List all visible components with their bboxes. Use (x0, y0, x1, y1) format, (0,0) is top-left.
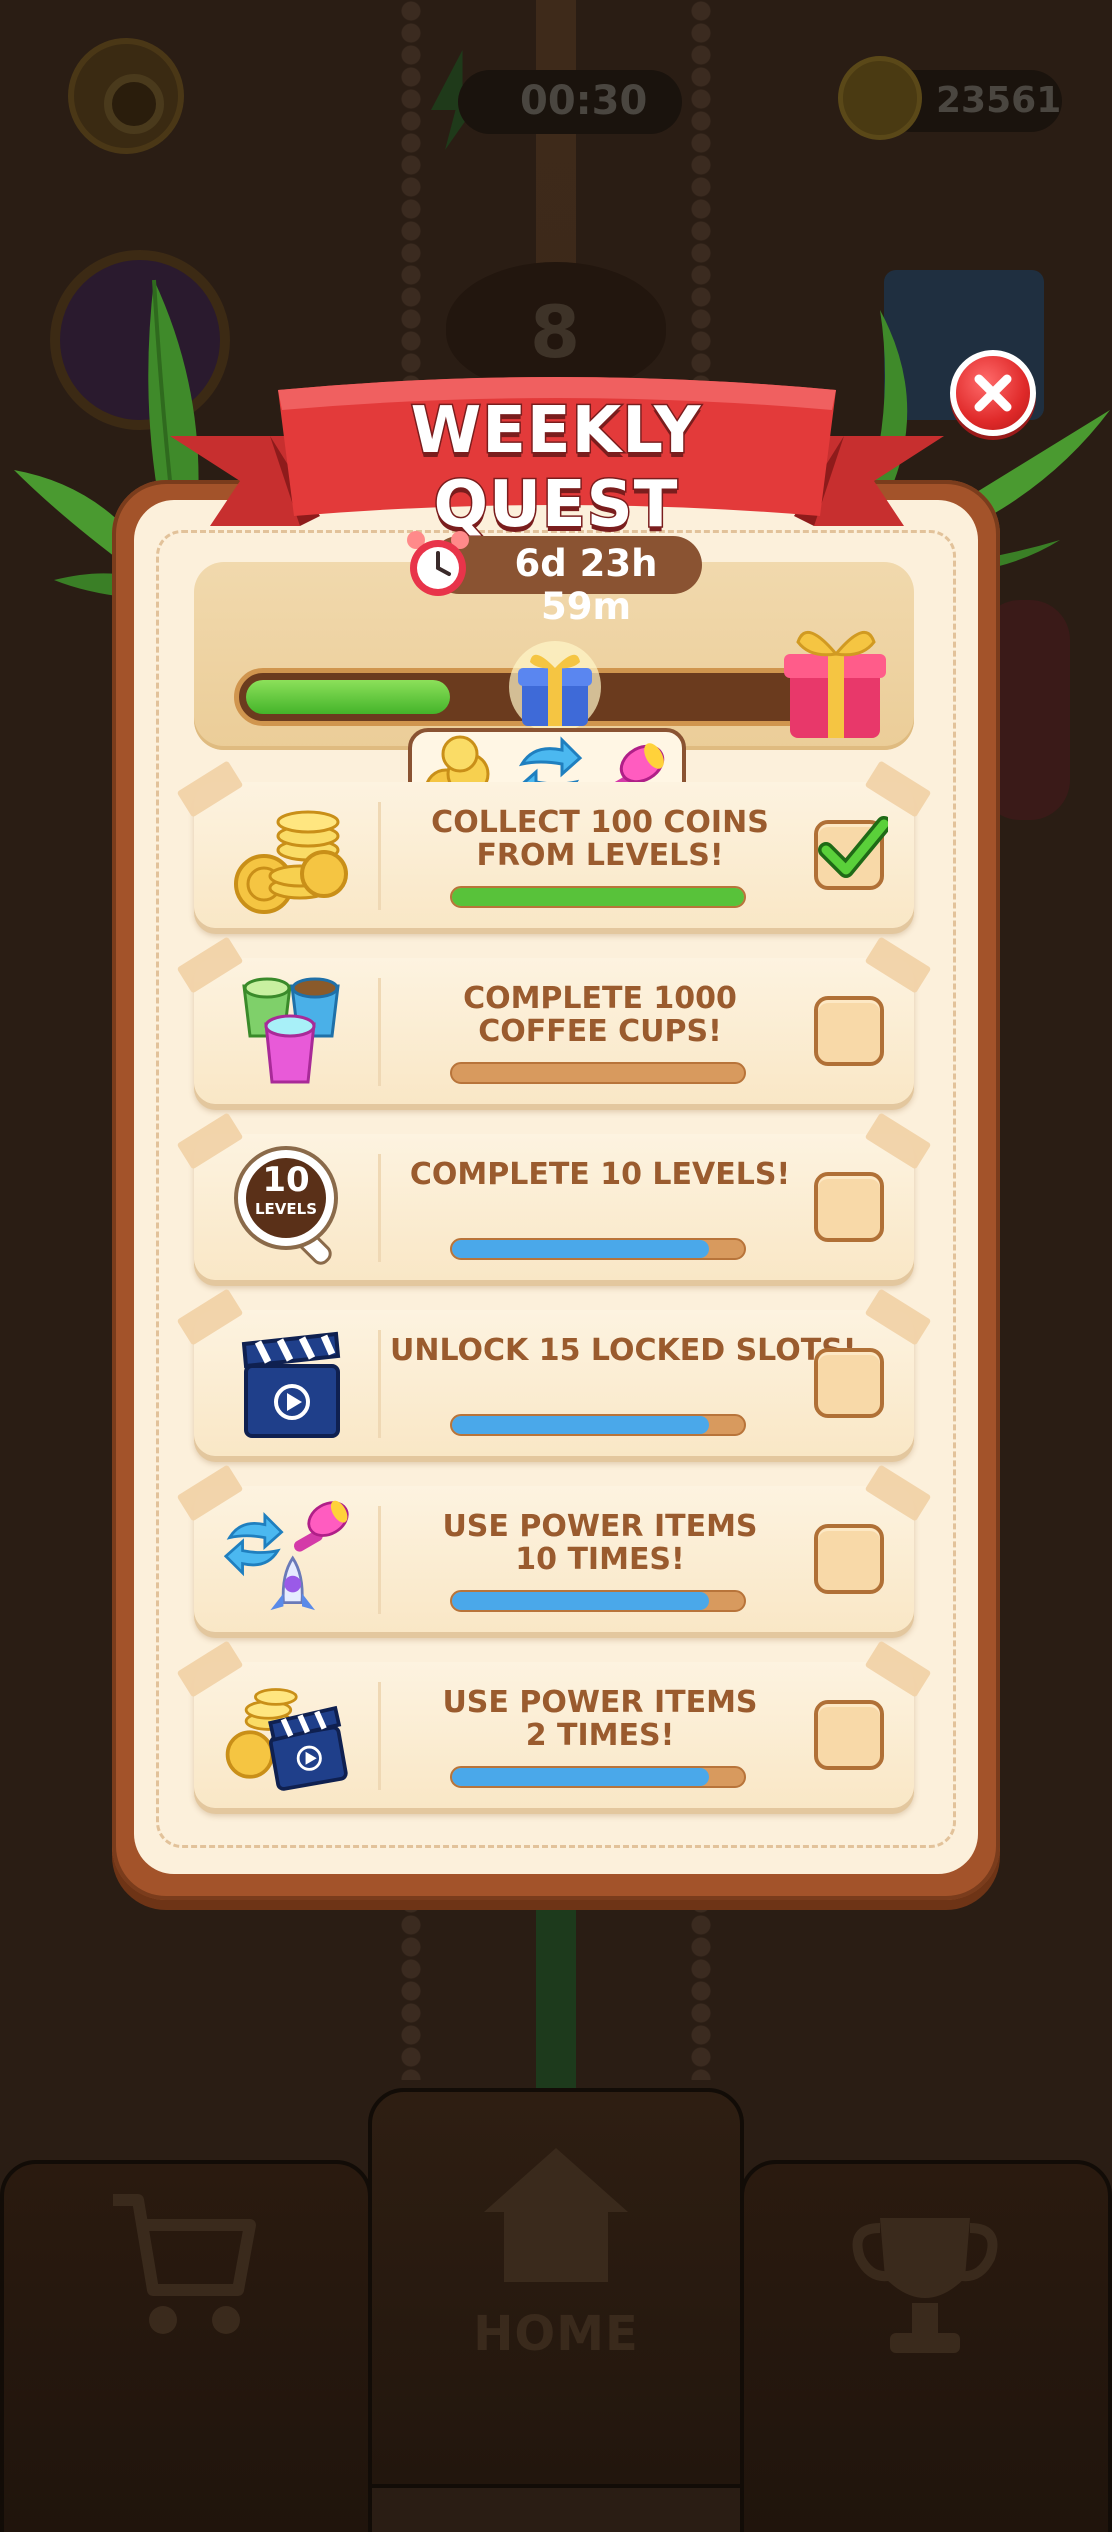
weekly-progress-fill (246, 680, 450, 714)
quest-checkbox[interactable] (814, 996, 884, 1066)
quest-progress-bar (450, 1766, 746, 1788)
quest-progress-bar (450, 1590, 746, 1612)
quest-card: COMPLETE 1000 COFFEE CUPS! (176, 936, 932, 1104)
checkmark-icon (818, 816, 888, 878)
quest-checkbox[interactable] (814, 1700, 884, 1770)
quest-progress-fill (452, 1240, 709, 1258)
trophy-icon (852, 2218, 998, 2353)
quest-title: UNLOCK 15 LOCKED SLOTS! (390, 1333, 857, 1368)
close-button[interactable] (950, 350, 1036, 436)
quest-progress-bar (450, 1062, 746, 1084)
energy-timer-text: 00:30 (520, 78, 648, 124)
modal-title: WEEKLY QUEST (409, 393, 702, 544)
power-items-icon (224, 1500, 349, 1611)
quest-title: COMPLETE 10 LEVELS! (409, 1157, 791, 1192)
final-reward-gift-icon[interactable] (776, 618, 894, 742)
quest-title: USE POWER ITEMS 2 TIMES! (442, 1685, 758, 1753)
quest-progress-bar (450, 1414, 746, 1436)
coin-count: 23561 (936, 80, 1062, 121)
nav-home-label: HOME (473, 2306, 639, 2362)
coffee-cups-icon (242, 977, 340, 1084)
quest-card: 10 LEVELS COMPLETE 10 LEVELS! (176, 1112, 932, 1280)
quest-title: USE POWER ITEMS 10 TIMES! (442, 1509, 758, 1577)
quest-progress-bar (450, 886, 746, 908)
milestone-gift-icon[interactable] (508, 640, 602, 734)
quest-title: COMPLETE 1000 COFFEE CUPS! (463, 981, 737, 1049)
shopping-cart-icon (113, 2194, 256, 2334)
quest-progress-fill (452, 1416, 709, 1434)
quest-card: USE POWER ITEMS 2 TIMES! (176, 1640, 932, 1808)
quest-card: UNLOCK 15 LOCKED SLOTS! (176, 1288, 932, 1456)
card-divider (378, 1330, 381, 1438)
quest-title: COLLECT 100 COINS FROM LEVELS! (431, 805, 769, 873)
coin-icon (838, 56, 922, 140)
card-divider (378, 1506, 381, 1614)
home-icon (484, 2148, 628, 2282)
card-divider (378, 802, 381, 910)
quest-checkbox[interactable] (814, 1524, 884, 1594)
level-number: 8 (530, 290, 581, 374)
quest-checkbox[interactable] (814, 816, 888, 890)
card-divider (378, 1682, 381, 1790)
quest-progress-fill (452, 1592, 709, 1610)
quest-checkbox[interactable] (814, 1172, 884, 1242)
quest-checkbox[interactable] (814, 1348, 884, 1418)
alarm-clock-icon (407, 531, 469, 596)
card-divider (378, 1154, 381, 1262)
quest-progress-fill (452, 888, 744, 906)
quest-card: COLLECT 100 COINS FROM LEVELS! (176, 760, 932, 928)
levels-badge-icon: 10 LEVELS (232, 1144, 356, 1268)
clapperboard-icon (241, 1331, 341, 1438)
quest-card: USE POWER ITEMS 10 TIMES! (176, 1464, 932, 1632)
close-icon (974, 374, 1012, 412)
coins-clapper-icon (225, 1688, 348, 1791)
settings-gear-icon (68, 38, 184, 154)
quest-progress-bar (450, 1238, 746, 1260)
coins-stack-icon (234, 810, 348, 914)
timer-text: 6d 23h 59m (514, 542, 658, 628)
quest-progress-fill (452, 1768, 709, 1786)
card-divider (378, 978, 381, 1086)
